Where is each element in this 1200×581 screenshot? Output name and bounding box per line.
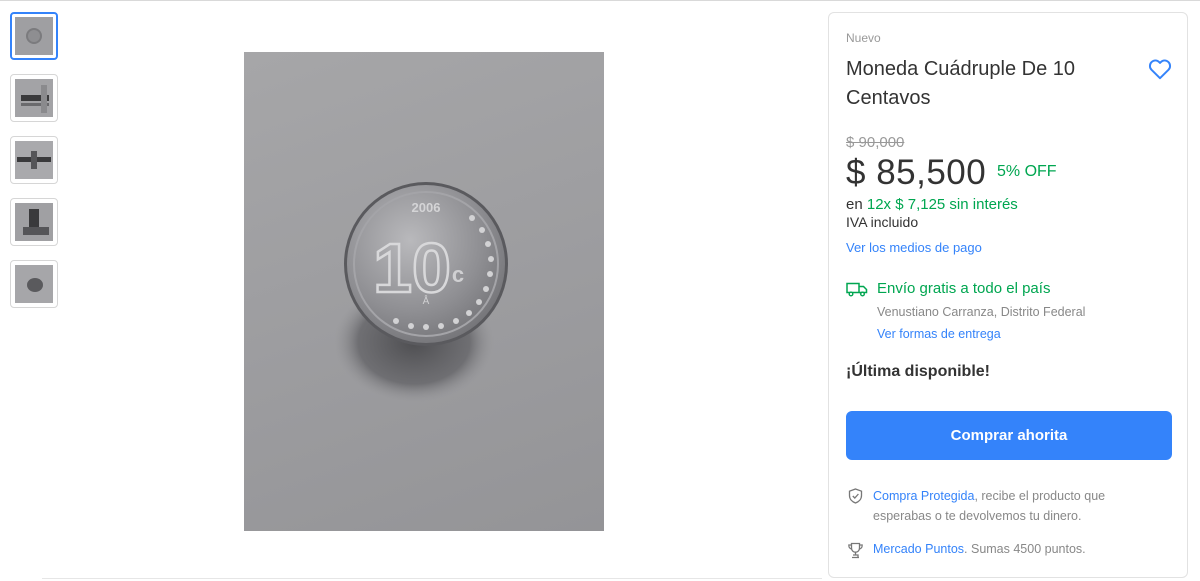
condition-label: Nuevo [846, 31, 881, 45]
thumbnail-5[interactable] [10, 260, 58, 308]
heart-icon[interactable] [1147, 56, 1173, 82]
protection-link[interactable]: Compra Protegida [873, 489, 974, 503]
thumbnail-3[interactable] [10, 136, 58, 184]
thumbnail-2[interactable] [10, 74, 58, 122]
purchase-protection: Compra Protegida, recibe el producto que… [873, 486, 1163, 526]
product-main-image[interactable]: 2006 10 c Å [244, 52, 604, 531]
coin-value: 10 [373, 229, 451, 307]
points-text: . Sumas 4500 puntos. [964, 542, 1086, 556]
free-shipping-label: Envío gratis a todo el país [877, 280, 1051, 297]
installments-value: 12x $ 7,125 sin interés [866, 196, 1018, 213]
thumbnail-1[interactable] [10, 12, 58, 60]
bottom-divider [42, 578, 822, 579]
seller-location: Venustiano Carranza, Distrito Federal [877, 305, 1086, 319]
buy-now-button[interactable]: Comprar ahorita [846, 411, 1172, 460]
shield-icon [848, 488, 863, 504]
original-price: $ 90,000 [846, 134, 905, 151]
coin-unit: c [452, 262, 464, 287]
truck-icon [846, 282, 868, 297]
points-link[interactable]: Mercado Puntos [873, 542, 964, 556]
current-price: $ 85,500 [846, 153, 987, 192]
payment-methods-link[interactable]: Ver los medios de pago [846, 240, 982, 255]
top-divider [0, 0, 1200, 1]
trophy-icon [848, 542, 863, 559]
installments-prefix: en [846, 196, 863, 213]
installments-info: en 12x $ 7,125 sin interés [846, 196, 1018, 213]
buy-box: Nuevo Moneda Cuádruple De 10 Centavos $ … [828, 12, 1188, 578]
discount-badge: 5% OFF [997, 163, 1057, 180]
delivery-options-link[interactable]: Ver formas de entrega [877, 327, 1001, 341]
tax-note: IVA incluido [846, 214, 919, 230]
coin-mint: Å [423, 294, 430, 307]
stock-status: ¡Última disponible! [846, 363, 990, 380]
product-title: Moneda Cuádruple De 10 Centavos [846, 58, 1076, 109]
loyalty-points: Mercado Puntos. Sumas 4500 puntos. [873, 542, 1086, 556]
coin-year: 2006 [412, 200, 441, 215]
thumbnail-4[interactable] [10, 198, 58, 246]
coin-image: 2006 10 c Å [334, 182, 508, 402]
